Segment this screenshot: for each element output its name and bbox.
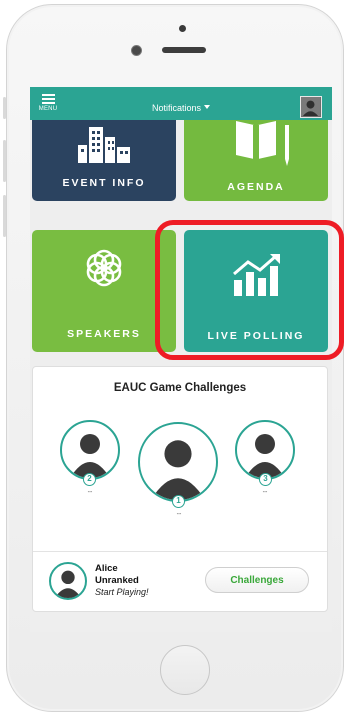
user-avatar [49, 562, 87, 600]
pencil-icon [285, 125, 289, 166]
profile-avatar-button[interactable] [300, 96, 322, 118]
event-info-label: EVENT INFO [62, 177, 146, 189]
agenda-tile[interactable]: AGENDA [184, 115, 328, 201]
flower-of-life-icon [86, 249, 122, 287]
front-camera [131, 45, 142, 56]
volume-up-button [3, 140, 6, 182]
open-book-icon [236, 121, 276, 159]
leader-score-2: -- [87, 489, 93, 496]
notifications-label: Notifications [151, 103, 202, 113]
highlight-annotation [155, 220, 344, 360]
rank-badge-2: 2 [83, 473, 96, 486]
person-silhouette-icon [70, 434, 110, 478]
person-silhouette-icon [150, 440, 206, 500]
leader-score-3: -- [262, 489, 268, 496]
challenges-button[interactable]: Challenges [205, 567, 309, 593]
game-challenges-title: EAUC Game Challenges [113, 382, 247, 394]
caret-down-icon [204, 105, 211, 109]
mute-switch [3, 97, 6, 119]
leader-avatar-rank-2[interactable] [60, 420, 120, 480]
divider [33, 551, 327, 552]
rank-badge-3: 3 [259, 473, 272, 486]
home-button[interactable] [160, 645, 210, 695]
city-buildings-icon [78, 127, 130, 163]
game-challenges-card: EAUC Game Challenges 2 -- 1 -- 3 -- Alic… [32, 366, 328, 612]
user-name: Alice [95, 563, 118, 574]
notifications-dropdown[interactable]: Notifications [30, 103, 332, 113]
proximity-sensor [179, 25, 186, 32]
user-rank: Unranked [95, 575, 139, 586]
start-playing-text: Start Playing! [95, 587, 149, 597]
person-silhouette-icon [245, 434, 285, 478]
rank-badge-1: 1 [172, 495, 185, 508]
person-silhouette-icon [301, 97, 320, 116]
leader-score-1: -- [176, 511, 182, 518]
event-info-tile[interactable]: EVENT INFO [32, 115, 176, 201]
agenda-label: AGENDA [227, 181, 285, 193]
app-top-bar: MENU Notifications [30, 87, 332, 120]
volume-down-button [3, 195, 6, 237]
leader-avatar-rank-1[interactable] [138, 422, 218, 502]
earpiece-speaker [162, 47, 206, 53]
leader-avatar-rank-3[interactable] [235, 420, 295, 480]
person-silhouette-icon [54, 570, 82, 598]
